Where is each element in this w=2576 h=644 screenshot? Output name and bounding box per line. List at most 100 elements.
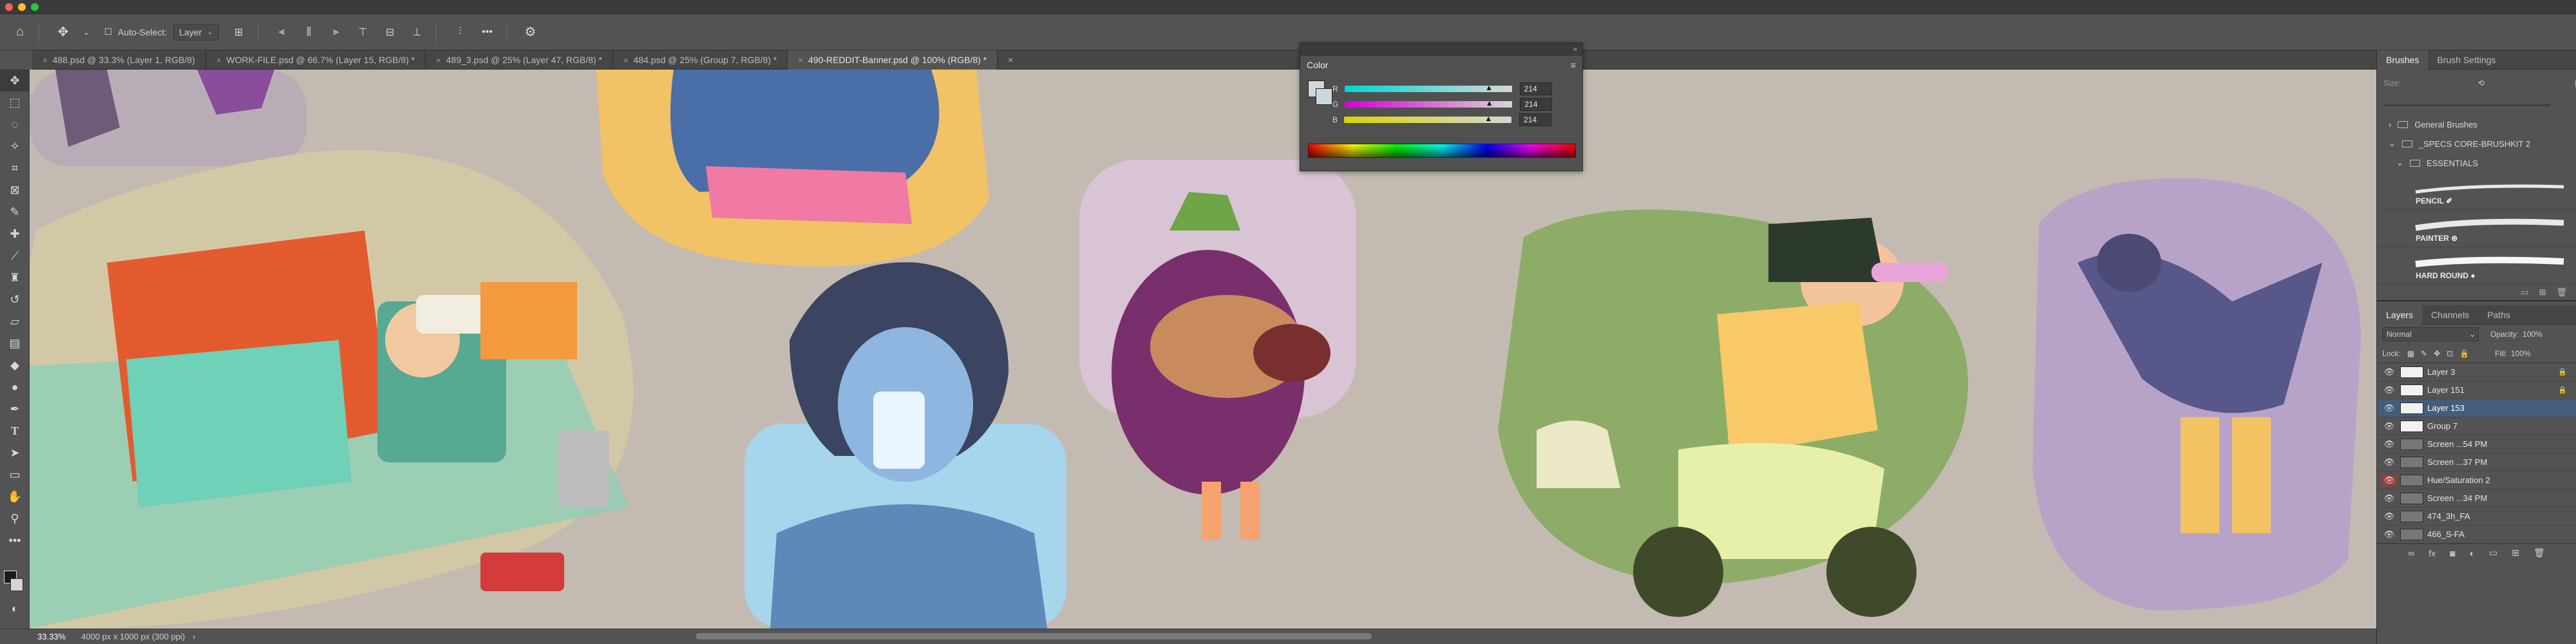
new-icon[interactable]: ⊞	[2539, 287, 2546, 298]
red-slider[interactable]: R ▲ 214	[1332, 82, 1577, 96]
document-info[interactable]: 4000 px x 1000 px (300 ppi)	[81, 632, 185, 641]
mask-icon[interactable]: ◙	[2450, 548, 2455, 558]
type-icon[interactable]: T	[0, 420, 30, 442]
tab-brushes[interactable]: Brushes	[2377, 50, 2429, 70]
lasso-icon[interactable]: ◌	[0, 113, 30, 135]
layer-row[interactable]: 👁 466_S-FA	[2377, 526, 2576, 544]
trash-icon[interactable]: 🗑	[2533, 547, 2545, 558]
tab-document[interactable]: × 489_3.psd @ 25% (Layer 47, RGB/8) *	[426, 50, 613, 70]
red-thumb[interactable]: ▲	[1485, 83, 1493, 92]
tab-channels[interactable]: Channels	[2422, 305, 2478, 325]
brush-size-track[interactable]	[2383, 104, 2550, 106]
auto-select-dropdown[interactable]: Layer ⌄	[173, 23, 219, 41]
tab-document[interactable]: × 484.psd @ 25% (Group 7, RGB/8) *	[613, 50, 788, 70]
blue-thumb[interactable]: ▲	[1484, 114, 1492, 123]
home-icon[interactable]: ⌂	[9, 21, 31, 43]
chevron-down-icon[interactable]: ⌄	[75, 21, 97, 43]
green-value-input[interactable]: 214	[1520, 98, 1553, 111]
green-thumb[interactable]: ▲	[1486, 99, 1493, 108]
marquee-icon[interactable]: ⬚	[0, 91, 30, 113]
zoom-level[interactable]: 33.33%	[0, 632, 72, 641]
close-icon[interactable]: ×	[623, 55, 629, 65]
blue-value-input[interactable]: 214	[1519, 113, 1552, 126]
layer-row[interactable]: 👁 Screen ...54 PM	[2377, 435, 2576, 453]
quick-mask-icon[interactable]: ◐	[0, 598, 30, 620]
tab-document-active[interactable]: × 490-REDDIT-Banner.psd @ 100% (RGB/8) *	[788, 50, 998, 70]
folder-icon[interactable]: ▭	[2521, 287, 2528, 298]
layer-row[interactable]: 👁 Screen ...37 PM	[2377, 453, 2576, 471]
lock-pixels-icon[interactable]: ▦	[2407, 349, 2414, 358]
layer-row[interactable]: 👁 Layer 3 🔒	[2377, 363, 2576, 381]
frame-icon[interactable]: ⊠	[0, 179, 30, 201]
eye-icon[interactable]: 👁	[2382, 475, 2396, 486]
magic-wand-icon[interactable]: ✧	[0, 135, 30, 157]
tab-document[interactable]: × WORK-FILE.psd @ 66.7% (Layer 15, RGB/8)…	[206, 50, 426, 70]
background-swatch[interactable]	[1316, 88, 1332, 105]
pen-icon[interactable]: ✒	[0, 398, 30, 420]
close-window-button[interactable]	[5, 3, 13, 11]
close-icon[interactable]: ×	[43, 55, 48, 65]
tab-document[interactable]: × 488.psd @ 33.3% (Layer 1, RGB/8)	[32, 50, 206, 70]
hand-icon[interactable]: ✋	[0, 486, 30, 507]
collapse-icon[interactable]: »	[1573, 46, 1577, 53]
tab-brush-settings[interactable]: Brush Settings	[2428, 50, 2505, 70]
layer-row[interactable]: 👁 Screen ...34 PM	[2377, 489, 2576, 507]
layer-row[interactable]: 👁 Layer 151 🔒	[2377, 381, 2576, 399]
align-bottom-icon[interactable]: ⊥	[406, 21, 428, 43]
layer-row[interactable]: 👁 Layer 153	[2377, 399, 2576, 417]
brush-folder[interactable]: ⌄ ESSENTIALS	[2377, 153, 2576, 173]
close-icon[interactable]: ×	[1008, 55, 1013, 65]
align-left-icon[interactable]: ⫷	[271, 21, 293, 43]
eye-icon[interactable]: 👁	[2382, 367, 2396, 377]
document-canvas[interactable]	[30, 70, 2376, 629]
move-icon[interactable]: ✥	[52, 21, 74, 43]
brush-size-slider[interactable]	[2377, 97, 2576, 115]
layer-row[interactable]: 👁 Group 7	[2377, 417, 2576, 435]
gradient-icon[interactable]: ▤	[0, 332, 30, 354]
background-color-swatch[interactable]	[10, 578, 23, 591]
link-icon[interactable]: ∞	[2408, 548, 2414, 558]
status-arrow[interactable]: ›	[193, 632, 195, 641]
eye-icon[interactable]: 👁	[2382, 439, 2396, 450]
clone-stamp-icon[interactable]: ♜	[0, 267, 30, 289]
close-icon[interactable]: ×	[436, 55, 441, 65]
eye-icon[interactable]: 👁	[2382, 457, 2396, 468]
distribute-icon[interactable]: ⫶	[450, 21, 471, 43]
brush-preset[interactable]: PAINTER ⊕	[2377, 210, 2576, 247]
healing-brush-icon[interactable]: ✚	[0, 223, 30, 245]
horizontal-scrollbar[interactable]	[696, 633, 1372, 639]
minimize-window-button[interactable]	[18, 3, 26, 11]
lock-all-icon[interactable]: 🔒	[2459, 349, 2469, 358]
eye-icon[interactable]: 👁	[2382, 511, 2396, 522]
more-tools-icon[interactable]: •••	[0, 529, 30, 551]
blur-icon[interactable]: ◆	[0, 354, 30, 376]
folder-icon[interactable]: ▭	[2489, 547, 2497, 558]
color-panel-header[interactable]: »	[1300, 43, 1582, 56]
fx-icon[interactable]: fx	[2429, 548, 2436, 558]
auto-select-checkbox[interactable]: ☐	[102, 21, 114, 43]
brush-icon[interactable]: ⟋	[0, 245, 30, 267]
fill-input[interactable]: 100%	[2511, 349, 2531, 358]
close-icon[interactable]: ×	[216, 55, 222, 65]
red-value-input[interactable]: 214	[1519, 82, 1552, 95]
align-right-icon[interactable]: ⫸	[325, 21, 347, 43]
brush-preset[interactable]: PENCIL ✐	[2377, 173, 2576, 210]
red-track[interactable]: ▲	[1344, 83, 1512, 92]
new-layer-icon[interactable]: ⊞	[2512, 547, 2519, 558]
green-slider[interactable]: G ▲ 214	[1332, 97, 1577, 111]
adjustment-icon[interactable]: ◐	[2470, 548, 2475, 558]
color-spectrum-ramp[interactable]	[1308, 144, 1576, 158]
opacity-input[interactable]: 100%	[2523, 330, 2543, 339]
eye-icon[interactable]: 👁	[2382, 529, 2396, 540]
panel-menu-icon[interactable]: ≡	[1571, 60, 1576, 70]
blue-track[interactable]: ▲	[1344, 114, 1512, 123]
crop-icon[interactable]: ⌗	[0, 157, 30, 179]
eraser-icon[interactable]: ▱	[0, 310, 30, 332]
layer-row[interactable]: 👁 474_3h_FA	[2377, 507, 2576, 526]
more-options-button[interactable]: •••	[477, 21, 498, 43]
brush-preset[interactable]: HARD ROUND ●	[2377, 247, 2576, 285]
lock-paint-icon[interactable]: ✎	[2421, 349, 2427, 358]
zoom-icon[interactable]: ⚲	[0, 507, 30, 529]
eye-icon[interactable]: 👁	[2382, 385, 2396, 395]
layer-row[interactable]: 👁 Hue/Saturation 2	[2377, 471, 2576, 489]
